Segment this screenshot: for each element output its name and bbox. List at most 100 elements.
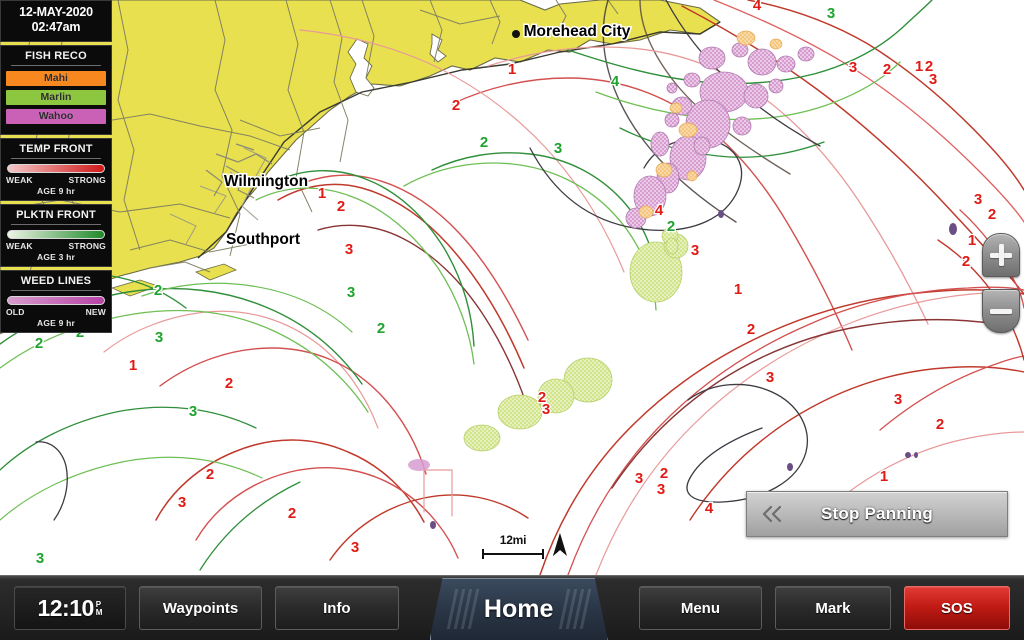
temp-front-contour-label: 1: [915, 58, 923, 75]
plankton-front-contour-label: 4: [611, 73, 620, 90]
temp-front-contour-label: 2: [660, 465, 668, 482]
date-label: 12-MAY-2020: [19, 5, 93, 19]
plankton-front-contour-label: 3: [189, 403, 197, 420]
weed-lines-box[interactable]: WEED LINES OLD NEW AGE 9 hr: [0, 269, 112, 333]
temp-front-contour-label: 1: [318, 185, 326, 202]
plankton-front-contour-label: 3: [36, 550, 44, 567]
divider: [11, 289, 101, 291]
plankton-front-contour-label: 2: [480, 134, 488, 151]
fish-swatch-marlin[interactable]: Marlin: [6, 89, 106, 105]
clock-display[interactable]: 12:10 P M: [14, 586, 126, 630]
temp-front-contour-label: 3: [691, 242, 699, 259]
temp-front-contour-label: 2: [288, 505, 296, 522]
weed-lines-age: AGE 9 hr: [37, 317, 75, 328]
zoom-controls: [982, 233, 1020, 333]
temp-front-age: AGE 9 hr: [37, 185, 75, 196]
map-graphics: 12123123232432133 2 1 233212323 2341234 4332…: [0, 0, 1024, 575]
time-label: 02:47am: [31, 20, 81, 35]
fish-swatch-wahoo[interactable]: Wahoo: [6, 108, 106, 124]
temp-front-contour-label: 1: [880, 468, 888, 485]
bottom-toolbar: 12:10 P M Waypoints Info Home Menu Mark …: [0, 575, 1024, 640]
stop-panning-label: Stop Panning: [821, 504, 933, 523]
plankton-front-contour-label: 3: [155, 329, 163, 346]
temp-front-contour-label: 3: [345, 241, 353, 258]
temp-front-gradient: [7, 163, 105, 173]
scale-ruler: [482, 549, 544, 559]
temp-front-contour-label: 4: [753, 0, 762, 14]
plus-icon-vertical: [998, 244, 1004, 266]
plankton-front-contour-label: 2: [154, 282, 162, 299]
temp-front-contour-label: 2: [747, 321, 755, 338]
temp-front-contour-label: 1: [968, 232, 976, 249]
plankton-front-contour-label: 3: [347, 284, 355, 301]
temp-front-title: TEMP FRONT: [19, 142, 93, 155]
divider: [11, 64, 101, 66]
weed-lines-old-label: OLD: [6, 306, 25, 317]
temp-front-contour-label: 2: [936, 416, 944, 433]
sos-button[interactable]: SOS: [903, 586, 1011, 630]
plankton-front-contour-label: 3: [554, 140, 562, 157]
morehead-city-marker: [512, 30, 520, 38]
menu-button[interactable]: Menu: [638, 586, 763, 630]
fish-reco-box[interactable]: FISH RECO Mahi Marlin Wahoo: [0, 44, 112, 135]
plankton-front-age: AGE 3 hr: [37, 251, 75, 262]
weed-lines-gradient: [7, 295, 105, 305]
clock-meridiem-bottom: M: [95, 608, 103, 617]
waypoints-button[interactable]: Waypoints: [138, 586, 263, 630]
temp-front-contour-label: 2: [225, 375, 233, 392]
clock-meridiem: P M: [96, 601, 103, 617]
temp-front-contour-label: 3: [657, 481, 665, 498]
temp-front-contour-label: 3: [849, 59, 857, 76]
temp-front-contour-label: 2: [206, 466, 214, 483]
temp-front-contour-label: 2: [452, 97, 460, 114]
double-chevron-left-icon: [762, 505, 782, 523]
fish-swatch-mahi[interactable]: Mahi: [6, 70, 106, 86]
temp-front-contour-label: 2: [337, 198, 345, 215]
temp-front-weak-label: WEAK: [6, 174, 33, 185]
zoom-in-button[interactable]: [982, 233, 1020, 277]
temp-front-contour-label: 3: [178, 494, 186, 511]
temp-front-contour-label: 4: [655, 202, 664, 219]
home-button[interactable]: Home: [430, 578, 608, 640]
legend-panel: 12-MAY-2020 02:47am FISH RECO Mahi Marlin…: [0, 0, 112, 333]
map-canvas[interactable]: 12123123232432133212332123232341234 4332…: [0, 0, 1024, 575]
info-button[interactable]: Info: [275, 586, 399, 630]
temp-front-strong-label: STRONG: [68, 174, 106, 185]
temp-front-contour-label: 4: [705, 500, 714, 517]
stop-panning-button[interactable]: Stop Panning: [746, 491, 1008, 537]
divider: [11, 157, 101, 159]
clock-time: 12:10: [37, 594, 94, 621]
home-label: Home: [483, 595, 554, 623]
temp-front-contour-label: 3: [635, 470, 643, 487]
temp-front-contour-label: 2: [962, 253, 970, 270]
datetime-box: 12-MAY-2020 02:47am: [0, 0, 112, 42]
plankton-front-contour-label: 2: [377, 320, 385, 337]
temp-front-contour-label: 3: [929, 71, 937, 88]
zoom-out-button[interactable]: [982, 289, 1020, 333]
plankton-front-contour-label: 3: [827, 5, 835, 22]
temp-front-box[interactable]: TEMP FRONT WEAK STRONG AGE 9 hr: [0, 137, 112, 201]
temp-front-contour-label: 3: [351, 539, 359, 556]
temp-front-contour-label: 3: [766, 369, 774, 386]
city-label: Southport: [226, 231, 300, 248]
chartplotter-screen: 12123123232432133212332123232341234 4332…: [0, 0, 1024, 640]
fish-reco-title: FISH RECO: [25, 49, 87, 62]
plankton-front-title: PLKTN FRONT: [16, 208, 96, 221]
home-decoration-right: [563, 589, 587, 629]
plankton-front-box[interactable]: PLKTN FRONT WEAK STRONG AGE 3 hr: [0, 203, 112, 267]
north-arrow-icon: [553, 533, 567, 556]
temp-front-contour-label: 3: [542, 401, 550, 418]
plankton-front-contour-label: 2: [667, 218, 675, 235]
plankton-front-contour-label: 2: [35, 335, 43, 352]
plankton-front-strong-label: STRONG: [68, 240, 106, 251]
temp-front-contour-label: 2: [883, 61, 891, 78]
temp-front-contour-label: 1: [508, 61, 516, 78]
minus-icon: [990, 308, 1012, 314]
mark-button[interactable]: Mark: [775, 586, 891, 630]
weed-lines-new-label: NEW: [85, 306, 106, 317]
weed-lines-title: WEED LINES: [20, 274, 92, 287]
scale-label: 12mi: [499, 533, 527, 547]
temp-front-contour-label: 2: [988, 206, 996, 223]
temp-front-contour-label: 1: [734, 281, 742, 298]
home-decoration-left: [451, 589, 475, 629]
